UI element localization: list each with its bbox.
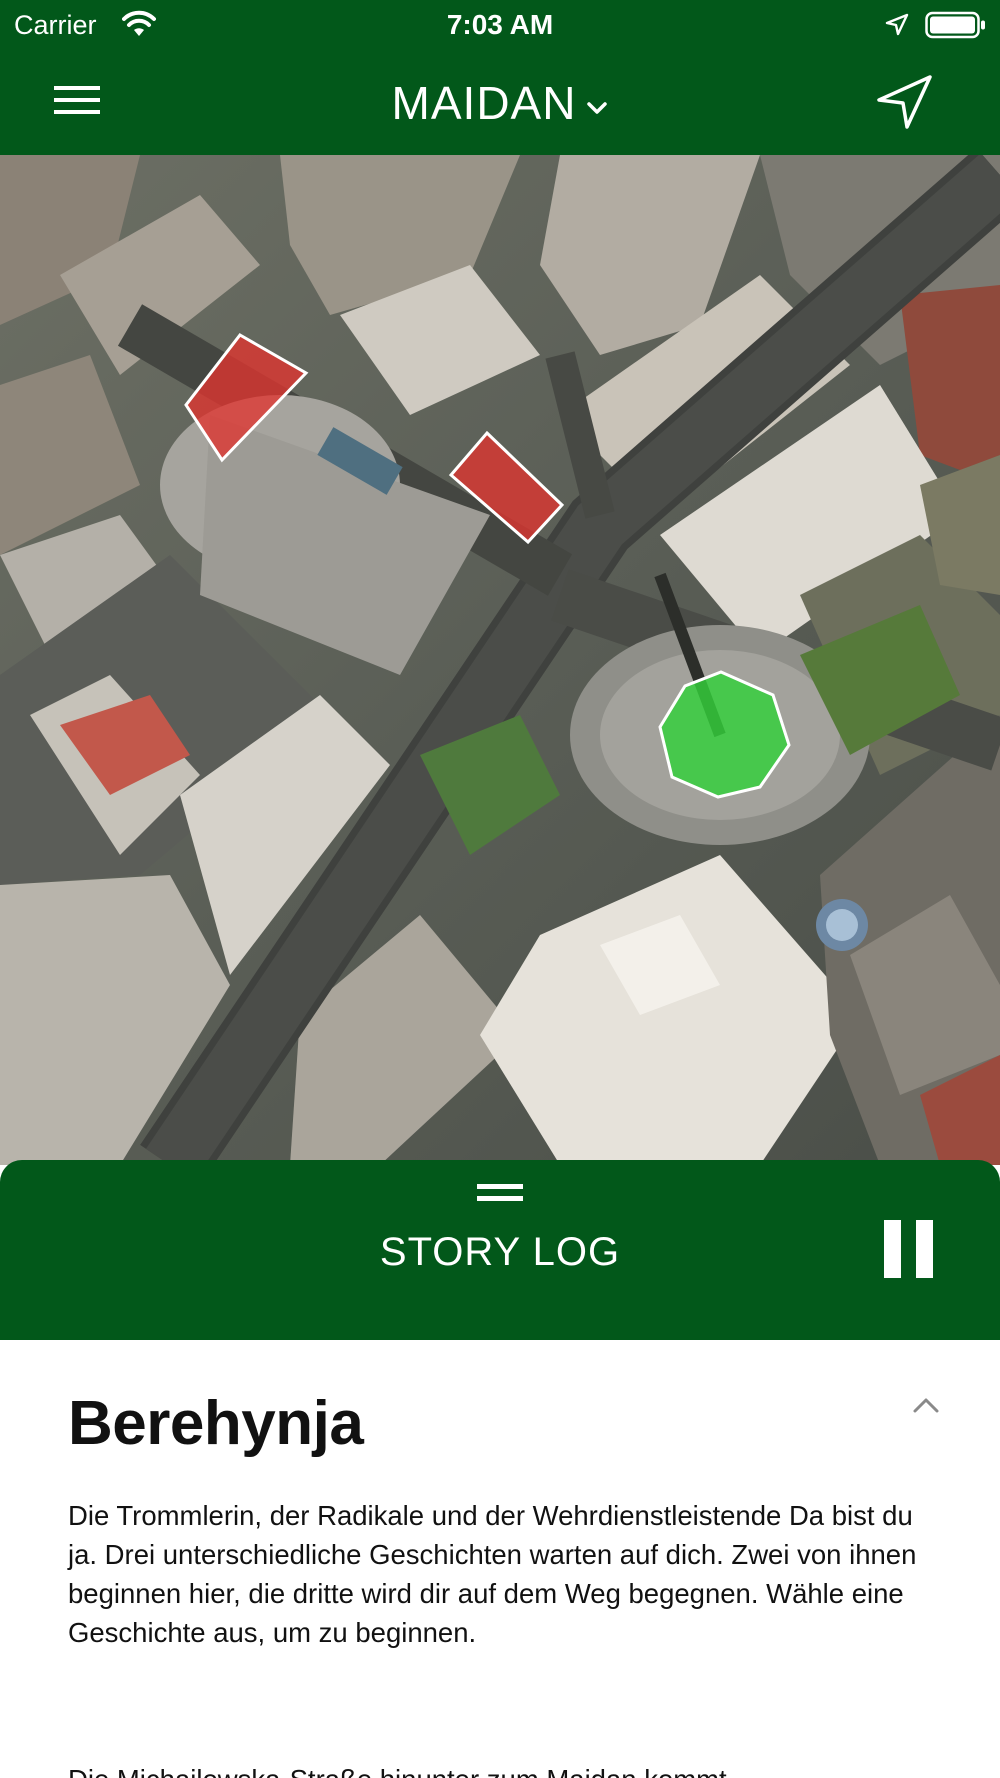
clock: 7:03 AM [446, 9, 554, 40]
drag-handle-icon[interactable] [477, 1184, 523, 1204]
nav-bar: MAIDAN [0, 50, 1000, 155]
chevron-down-icon [587, 102, 608, 114]
battery-icon [925, 11, 985, 39]
satellite-map[interactable] [0, 155, 1000, 1165]
story-content: Berehynja Die Trommlerin, der Radikale u… [0, 1340, 1000, 1778]
navigation-arrow-icon[interactable] [876, 74, 934, 130]
map-canvas [0, 155, 1000, 1165]
pause-icon[interactable] [884, 1220, 936, 1282]
nav-title: MAIDAN [391, 77, 577, 129]
chevron-up-icon[interactable] [912, 1394, 940, 1416]
status-bar: Carrier 7:03 AM [0, 0, 1000, 50]
story-log-label: STORY LOG [379, 1230, 621, 1274]
story-paragraph: Die Trommlerin, der Radikale und der Weh… [68, 1500, 917, 1648]
region-selector[interactable]: MAIDAN [0, 76, 1000, 130]
story-title: Berehynja [68, 1389, 364, 1458]
location-arrow-icon [885, 13, 909, 36]
story-paragraph: Die Michailowska-Straße hinunter zum Mai… [68, 1760, 948, 1778]
story-log-panel: STORY LOG [0, 1160, 1000, 1340]
